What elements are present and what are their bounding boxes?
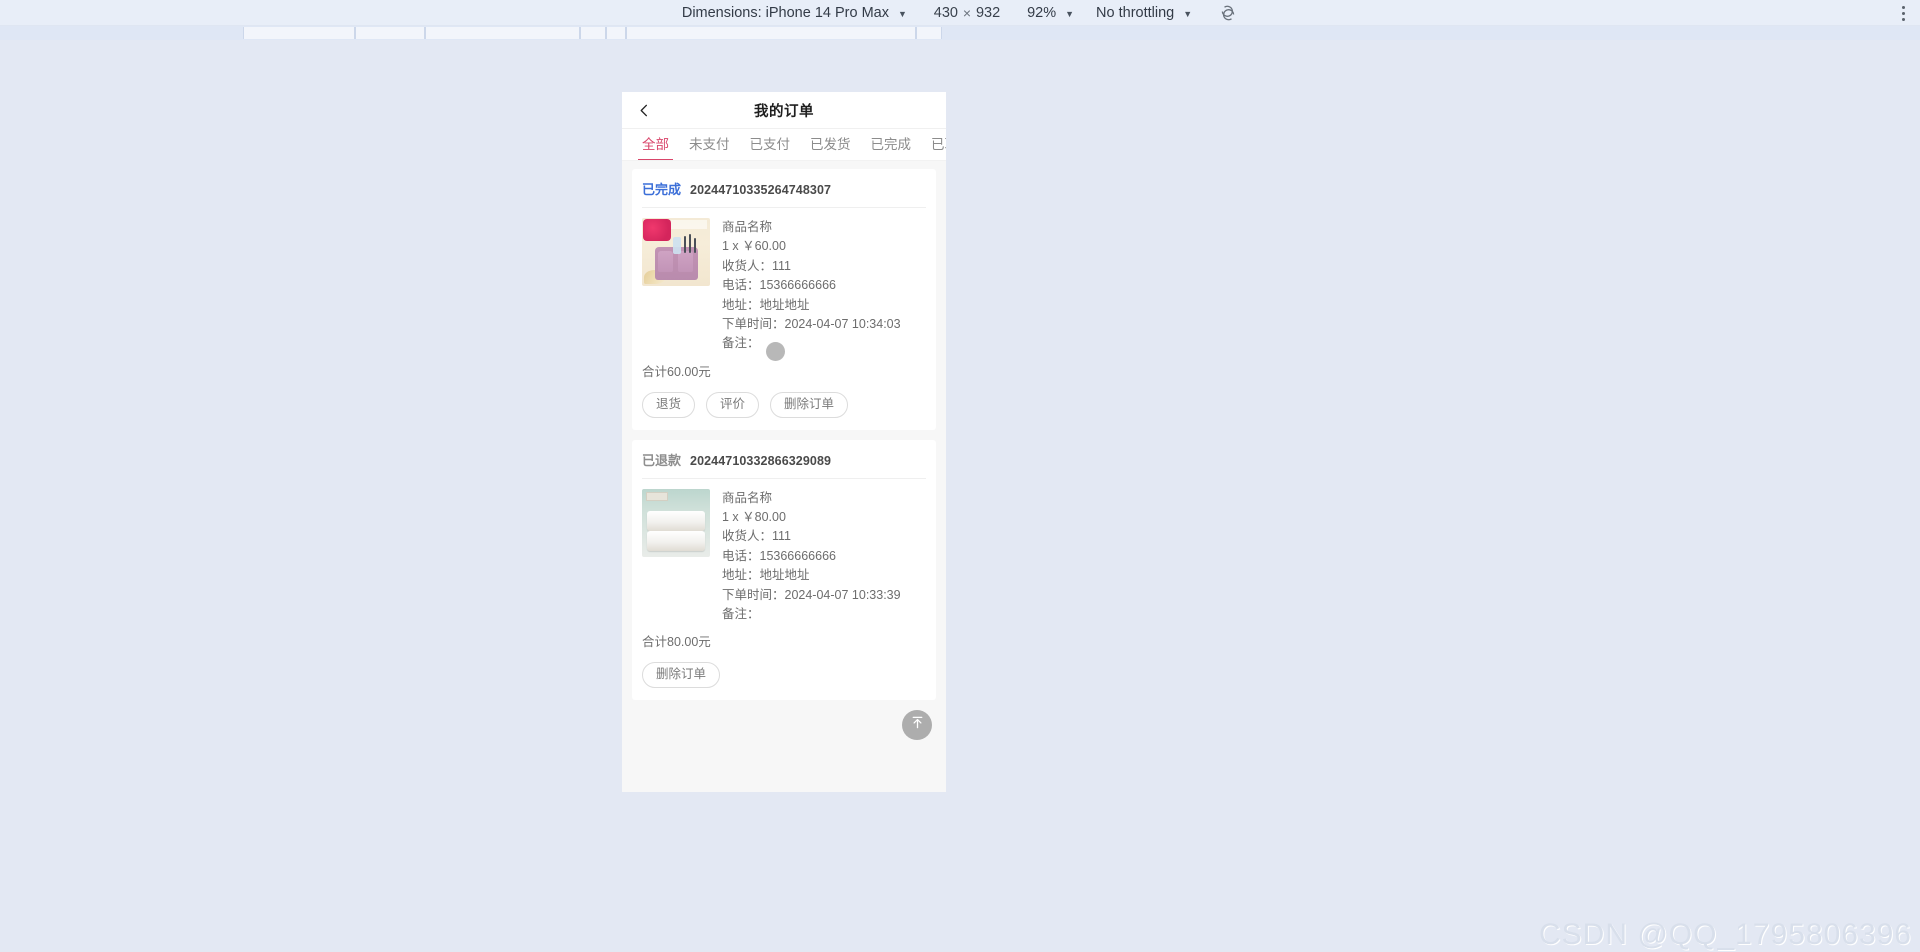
dimension-multiply-symbol: × <box>962 4 972 21</box>
chevron-left-icon <box>637 103 652 118</box>
thumb-product-cup <box>678 251 693 272</box>
chevron-down-icon: ▼ <box>897 8 907 19</box>
receiver-phone: 电话：15366666666 <box>722 278 836 293</box>
order-header: 已退款 20244710332866329089 <box>642 450 926 479</box>
ruler-segment <box>355 27 425 39</box>
viewport-ruler <box>0 26 1920 40</box>
order-number: 20244710332866329089 <box>690 453 832 468</box>
receiver-name: 收货人：111 <box>722 258 792 273</box>
thumb-product-bottle <box>673 237 681 254</box>
device-viewport-canvas: 我的订单 全部 未支付 已支付 已发货 已完成 已取消 已完成 20244710… <box>0 40 1920 952</box>
product-thumbnail[interactable] <box>642 488 710 557</box>
device-dimensions-select[interactable]: Dimensions: iPhone 14 Pro Max ▼ <box>682 5 907 21</box>
order-remark: 备注： <box>722 607 760 622</box>
delete-order-button[interactable]: 删除订单 <box>642 662 721 689</box>
arrow-up-to-line-icon <box>909 714 926 736</box>
order-body: 商品名称 1 x ￥80.00 收货人：111 电话：15366666666 地… <box>642 479 926 625</box>
rotate-icon[interactable] <box>1218 3 1238 23</box>
ruler-segment <box>425 27 580 39</box>
review-button[interactable]: 评价 <box>706 391 760 418</box>
order-time: 下单时间：2024-04-07 10:34:03 <box>722 317 901 332</box>
receiver-address: 地址：地址地址 <box>722 568 810 583</box>
order-number: 20244710335264748307 <box>690 183 832 197</box>
chevron-down-icon: ▼ <box>1065 8 1075 19</box>
tab-completed[interactable]: 已完成 <box>861 129 922 160</box>
ruler-segment <box>580 27 606 39</box>
thumb-promo-badge <box>643 219 671 241</box>
order-body: 商品名称 1 x ￥60.00 收货人：111 电话：15366666666 地… <box>642 208 926 354</box>
watermark-text: CSDN @QQ_1795806396 <box>1539 918 1912 951</box>
back-to-top-button[interactable] <box>902 710 932 740</box>
return-goods-button[interactable]: 退货 <box>642 391 696 418</box>
order-actions: 删除订单 <box>642 662 926 689</box>
throttling-select[interactable]: No throttling ▼ <box>1096 5 1192 21</box>
ruler-segment <box>606 27 626 39</box>
tab-all[interactable]: 全部 <box>632 129 679 160</box>
order-status-badge: 已完成 <box>642 182 682 197</box>
ruler-segment <box>626 27 916 39</box>
chevron-down-icon: ▼ <box>1183 8 1193 19</box>
app-header: 我的订单 <box>622 92 946 129</box>
ruler-segment <box>243 27 355 39</box>
thumb-promo-strip <box>671 220 707 229</box>
zoom-select[interactable]: 92% ▼ <box>1027 5 1074 21</box>
thumb-product-brush <box>689 234 691 253</box>
order-actions: 退货 评价 删除订单 <box>642 391 926 418</box>
quantity-price: 1 x ￥60.00 <box>722 239 786 254</box>
order-status-tab-bar[interactable]: 全部 未支付 已支付 已发货 已完成 已取消 <box>622 129 946 161</box>
order-total: 合计60.00元 <box>642 364 711 379</box>
more-vertical-icon[interactable] <box>1892 0 1914 26</box>
device-toolbar: Dimensions: iPhone 14 Pro Max ▼ 430 × 93… <box>0 0 1920 26</box>
zoom-value: 92% <box>1027 4 1057 21</box>
ruler-segment <box>916 27 942 39</box>
delete-order-button[interactable]: 删除订单 <box>770 391 849 418</box>
thumb-product-cup <box>658 251 673 272</box>
thumb-label-tag <box>646 491 668 501</box>
receiver-name: 收货人：111 <box>722 529 792 544</box>
mobile-device-frame: 我的订单 全部 未支付 已支付 已发货 已完成 已取消 已完成 20244710… <box>622 92 946 792</box>
thumb-product-layer <box>647 510 705 531</box>
throttling-value: No throttling <box>1096 4 1175 21</box>
loading-indicator <box>766 342 785 361</box>
viewport-height-input[interactable]: 932 <box>971 5 1005 21</box>
order-info: 商品名称 1 x ￥80.00 收货人：111 电话：15366666666 地… <box>722 489 926 625</box>
order-remark: 备注： <box>722 336 760 351</box>
receiver-phone: 电话：15366666666 <box>722 548 836 563</box>
quantity-price: 1 x ￥80.00 <box>722 510 786 524</box>
thumb-product-brush <box>694 238 696 253</box>
device-dimensions-label: Dimensions: iPhone 14 Pro Max <box>681 4 889 21</box>
viewport-width-input[interactable]: 430 <box>929 5 963 21</box>
order-total: 合计80.00元 <box>642 635 711 650</box>
order-list: 已完成 20244710335264748307 商品名称 1 x ￥60.00… <box>622 161 946 701</box>
thumb-product-brush <box>684 236 686 253</box>
tab-shipped[interactable]: 已发货 <box>800 129 861 160</box>
order-status-badge: 已退款 <box>642 452 682 468</box>
product-name: 商品名称 <box>722 490 773 505</box>
order-card[interactable]: 已完成 20244710335264748307 商品名称 1 x ￥60.00… <box>632 169 936 430</box>
order-info: 商品名称 1 x ￥60.00 收货人：111 电话：15366666666 地… <box>722 218 926 354</box>
tab-unpaid[interactable]: 未支付 <box>679 129 740 160</box>
receiver-address: 地址：地址地址 <box>722 297 810 312</box>
product-thumbnail[interactable] <box>642 218 710 286</box>
order-time: 下单时间：2024-04-07 10:33:39 <box>722 587 901 602</box>
tab-cancelled[interactable]: 已取消 <box>921 129 946 160</box>
page-title: 我的订单 <box>754 103 814 120</box>
order-card[interactable]: 已退款 20244710332866329089 商品名称 1 x ￥80.00… <box>632 439 936 701</box>
product-name: 商品名称 <box>722 220 773 234</box>
back-button[interactable] <box>631 92 657 129</box>
order-header: 已完成 20244710335264748307 <box>642 179 926 208</box>
tab-paid[interactable]: 已支付 <box>740 129 801 160</box>
thumb-product-layer <box>647 530 705 551</box>
